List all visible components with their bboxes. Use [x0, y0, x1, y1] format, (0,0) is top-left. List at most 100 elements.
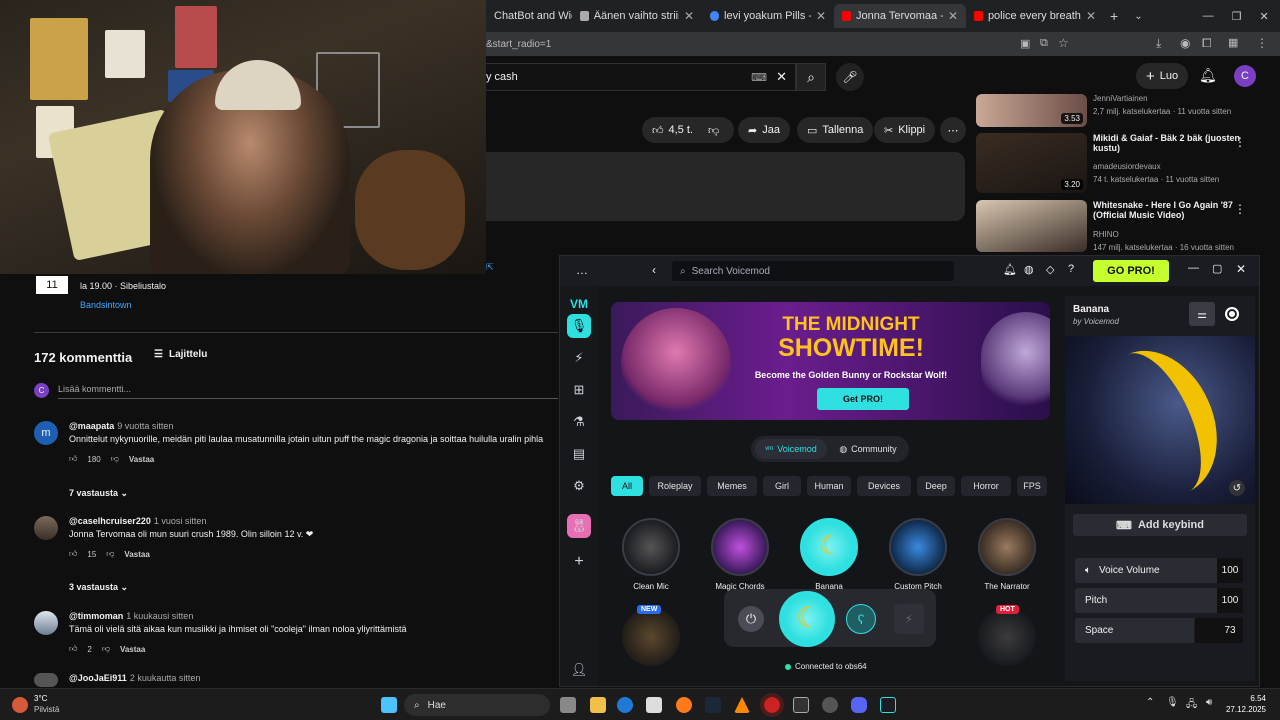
comment-time[interactable]: 9 vuotta sitten [117, 421, 173, 431]
search-icon[interactable]: ⌕ [796, 63, 826, 91]
channel-name[interactable]: JenniVartiainen [1093, 94, 1148, 103]
voicemod-tab[interactable]: ᵛᵐ Voicemod [755, 439, 827, 459]
voice-changer-icon[interactable]: 🎙︎ [567, 314, 591, 338]
voicemod-app-icon[interactable] [880, 697, 896, 713]
discord-icon[interactable]: ◍ [1024, 263, 1034, 276]
tag-icon[interactable]: ◇ [1046, 263, 1054, 276]
browser-tab[interactable]: ChatBot and Widç✕ [486, 4, 572, 28]
add-keybind-button[interactable]: ⌨ Add keybind [1073, 514, 1247, 536]
clock-time[interactable]: 6.54 [1226, 694, 1266, 703]
avatar[interactable]: C [1234, 65, 1256, 87]
browser-tab-active[interactable]: Jonna Tervomaa - Rakkaud ✕ [834, 4, 966, 28]
task-view-icon[interactable] [560, 697, 576, 713]
filter-horror[interactable]: Horror [961, 476, 1011, 496]
channel-name[interactable]: RHINO [1093, 230, 1119, 239]
taskbar-search[interactable]: ⌕ Hae [404, 694, 550, 716]
filter-roleplay[interactable]: Roleplay [649, 476, 701, 496]
space-slider[interactable]: Space 73 [1075, 618, 1243, 643]
filter-fps[interactable]: FPS [1017, 476, 1047, 496]
edge-icon[interactable] [617, 697, 633, 713]
thumbs-up-icon[interactable]: 👍︎ [69, 644, 77, 654]
thumbs-down-icon[interactable]: 👎︎ [106, 549, 114, 559]
voice-card[interactable]: The Narrator [972, 518, 1042, 591]
voice-changer-toggle[interactable]: ☾ [779, 591, 835, 647]
replies-toggle[interactable]: 7 vastausta ⌄ [69, 488, 128, 499]
more-actions-button[interactable]: ⋯ [940, 117, 966, 143]
avatar[interactable] [34, 516, 58, 540]
effects-icon[interactable]: ⚡︎ [567, 346, 591, 370]
video-thumbnail[interactable]: 3.53 [976, 94, 1087, 127]
thumbs-up-icon[interactable]: 👍︎ [69, 549, 77, 559]
comment-author[interactable]: @JooJaEi911 2 kuukautta sitten [69, 673, 200, 683]
filter-all[interactable]: All [611, 476, 643, 496]
comment-author[interactable]: @caselhcruiser220 1 vuosi sitten [69, 516, 206, 526]
windows-start-icon[interactable] [381, 697, 397, 713]
install-icon[interactable]: ⧉ [1040, 37, 1048, 50]
share-button[interactable]: ➦ Jaa [738, 117, 790, 143]
extension-badge-icon[interactable]: ▦ [1228, 36, 1238, 49]
comment-time[interactable]: 1 vuosi sitten [154, 516, 207, 526]
community-tab[interactable]: ◍ Community [831, 439, 905, 459]
thumbs-up-icon[interactable]: 👍︎ [652, 124, 664, 137]
author-name[interactable]: @JooJaEi911 [69, 673, 127, 683]
account-icon[interactable]: 👤︎ [567, 658, 591, 682]
weather-icon[interactable] [12, 697, 28, 713]
bookmark-star-icon[interactable]: ☆ [1058, 36, 1069, 50]
thumbs-up-icon[interactable]: 👍︎ [69, 454, 77, 464]
discord-icon[interactable] [851, 697, 867, 713]
sort-button[interactable]: ☰ Lajittelu [154, 349, 207, 360]
help-icon[interactable]: ? [1068, 263, 1074, 275]
clock-date[interactable]: 27.12.2025 [1222, 705, 1266, 714]
voice-card[interactable]: Clean Mic [616, 518, 686, 591]
screenshot-icon[interactable]: ▣ [1020, 37, 1030, 50]
vlc-icon[interactable] [734, 697, 750, 713]
clear-icon[interactable]: ✕ [776, 69, 787, 85]
bell-icon[interactable]: 🔔︎ [1199, 67, 1217, 84]
chevron-down-icon[interactable]: ⌄ [1134, 11, 1142, 22]
settings-icon[interactable]: ⚙︎ [567, 474, 591, 498]
slider-value[interactable]: 100 [1217, 558, 1243, 583]
more-icon[interactable]: ⋮ [1234, 202, 1246, 216]
filter-human[interactable]: Human [807, 476, 851, 496]
volume-icon[interactable]: 🔊︎ [1206, 697, 1212, 708]
filter-devices[interactable]: Devices [857, 476, 911, 496]
minimize-icon[interactable]: — [1203, 10, 1214, 22]
filter-deep[interactable]: Deep [917, 476, 955, 496]
filter-memes[interactable]: Memes [707, 476, 757, 496]
reply-button[interactable]: Vastaa [124, 550, 149, 559]
video-thumbnail[interactable] [976, 200, 1087, 252]
close-icon[interactable]: ✕ [1236, 262, 1246, 276]
voice-card-locked[interactable] [972, 608, 1042, 666]
filter-girl[interactable]: Girl [763, 476, 801, 496]
video-title[interactable]: Whitesnake - Here I Go Again '87 (Offici… [1093, 200, 1243, 220]
author-name[interactable]: @timmoman [69, 611, 123, 621]
voice-card[interactable]: Custom Pitch [883, 518, 953, 591]
related-video[interactable]: 3.53 JenniVartiainen 2,7 milj. katseluke… [976, 94, 1266, 127]
voice-card-selected[interactable]: ☾ Banana [794, 518, 864, 591]
close-icon[interactable]: ✕ [1086, 9, 1096, 23]
network-icon[interactable]: 🖧︎ [1186, 697, 1197, 714]
obs-icon[interactable] [822, 697, 838, 713]
maximize-icon[interactable]: ▢ [1212, 262, 1222, 275]
promo-banner[interactable]: THE MIDNIGHT SHOWTIME! Become the Golden … [611, 302, 1050, 420]
author-name[interactable]: @caselhcruiser220 [69, 516, 151, 526]
steam-icon[interactable] [705, 697, 721, 713]
related-video[interactable]: 3.20 Mikidi & Gaiaf - Bäk 2 bäk (juosten… [976, 133, 1266, 193]
file-explorer-icon[interactable] [590, 697, 606, 713]
video-title[interactable]: Mikidi & Gaiaf - Bäk 2 bäk (juosten kust… [1093, 133, 1243, 153]
thumbs-down-icon[interactable]: 👎︎ [708, 124, 719, 137]
comment-author[interactable]: @maapata 9 vuotta sitten [69, 421, 173, 431]
promo-avatar-icon[interactable]: 🐰︎ [567, 514, 591, 538]
avatar[interactable] [34, 611, 58, 635]
close-icon[interactable]: ✕ [816, 9, 826, 23]
related-video[interactable]: Whitesnake - Here I Go Again '87 (Offici… [976, 200, 1266, 252]
close-icon[interactable]: ✕ [684, 9, 694, 23]
more-icon[interactable]: ⋮ [1234, 135, 1246, 149]
thumbs-down-icon[interactable]: 👎︎ [111, 454, 119, 464]
pitch-slider[interactable]: Pitch 100 [1075, 588, 1243, 613]
add-comment-input[interactable]: Lisää kommentti... [58, 384, 131, 394]
reply-button[interactable]: Vastaa [120, 645, 145, 654]
description-box[interactable] [486, 152, 965, 221]
microphone-icon[interactable]: 🎤︎ [836, 63, 864, 91]
close-icon[interactable]: ✕ [948, 9, 958, 23]
